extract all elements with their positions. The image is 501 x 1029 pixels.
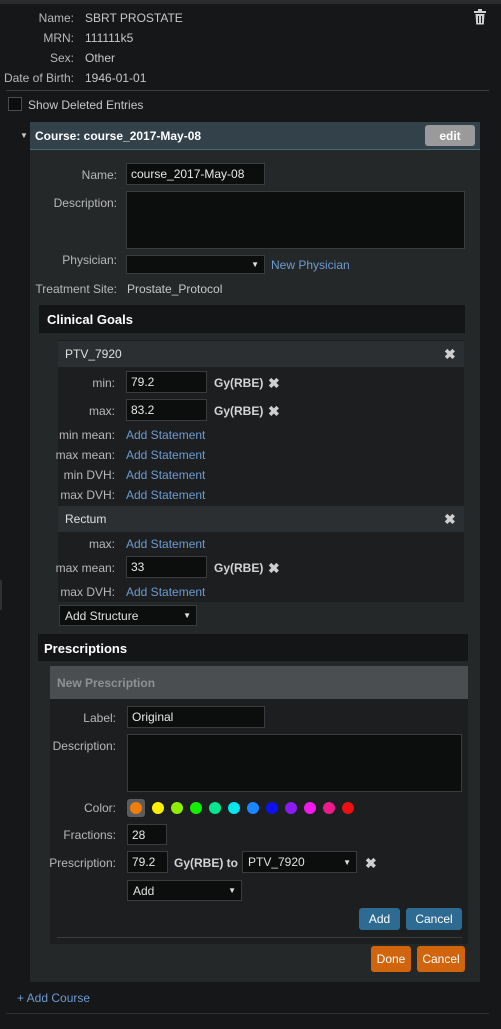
add-statement-link[interactable]: Add Statement [126, 468, 205, 482]
patient-mrn-value: 111111k5 [85, 31, 134, 45]
chevron-down-icon: ▼ [251, 260, 259, 269]
prescription-label-input[interactable] [127, 706, 265, 728]
color-swatch[interactable] [209, 802, 221, 814]
course-cancel-button[interactable]: Cancel [417, 946, 465, 972]
patient-sex-value: Other [85, 51, 116, 65]
add-button[interactable]: Add [359, 908, 400, 930]
goal-min-dvh-label: min DVH: [63, 468, 115, 482]
clinical-goals-title: Clinical Goals [47, 312, 133, 327]
goal-max-input[interactable] [126, 399, 207, 421]
remove-prescription-icon[interactable]: ✖ [365, 856, 377, 870]
course-description-label: Description: [53, 196, 117, 210]
add-statement-link[interactable]: Add Statement [126, 428, 205, 442]
divider [57, 937, 462, 938]
course-description-input[interactable] [126, 191, 465, 249]
color-label: Color: [83, 801, 116, 815]
left-edge-divider [0, 580, 2, 610]
color-swatch[interactable] [171, 802, 183, 814]
goal-min-label: min: [92, 376, 115, 390]
collapse-triangle-icon[interactable]: ▼ [20, 131, 28, 140]
prescription-cancel-button[interactable]: Cancel [406, 908, 462, 930]
goal-max-mean-unit: Gy(RBE) [214, 561, 264, 575]
chevron-down-icon: ▼ [228, 886, 236, 895]
color-swatch[interactable] [247, 802, 259, 814]
chevron-down-icon: ▼ [343, 857, 351, 867]
color-swatch[interactable] [323, 802, 335, 814]
patient-name-label: Name: [38, 11, 74, 25]
remove-goal-icon[interactable]: ✖ [268, 561, 280, 575]
fractions-label: Fractions: [63, 828, 116, 842]
prescriptions-title: Prescriptions [44, 641, 128, 656]
goal-min-input[interactable] [126, 371, 207, 393]
add-statement-link[interactable]: Add Statement [126, 448, 205, 462]
prescription-description-input[interactable] [127, 734, 462, 792]
remove-goal-icon[interactable]: ✖ [268, 404, 280, 418]
goal-max-mean-label: max mean: [55, 561, 115, 575]
divider [6, 1013, 489, 1014]
color-swatch[interactable] [304, 802, 316, 814]
add-structure-label: Add Structure [65, 608, 139, 623]
edit-button[interactable]: edit [425, 125, 475, 146]
physician-select[interactable]: ▼ [126, 255, 265, 274]
color-swatch[interactable] [285, 802, 297, 814]
goal-max-unit: Gy(RBE) [214, 404, 264, 418]
remove-structure-icon[interactable]: ✖ [444, 347, 456, 361]
add-statement-link[interactable]: Add Statement [126, 488, 205, 502]
color-swatch[interactable] [152, 802, 164, 814]
trash-icon[interactable] [473, 9, 487, 25]
add-statement-link[interactable]: Add Statement [126, 585, 205, 599]
show-deleted-checkbox[interactable] [8, 97, 22, 111]
add-statement-link[interactable]: Add Statement [126, 537, 205, 551]
color-swatch[interactable] [228, 802, 240, 814]
treatment-site-value: Prostate_Protocol [127, 282, 223, 296]
patient-name-value: SBRT PROSTATE [85, 11, 183, 25]
color-swatch[interactable] [342, 802, 354, 814]
color-swatch[interactable] [266, 802, 278, 814]
prescription-target-value: PTV_7920 [248, 855, 305, 869]
goal-max-label: max: [88, 537, 115, 551]
color-swatch[interactable] [190, 802, 202, 814]
course-name-input[interactable] [126, 163, 265, 185]
prescription-dose-label: Prescription: [49, 856, 116, 870]
goal-min-mean-label: min mean: [58, 428, 115, 442]
prescription-unit: Gy(RBE) to [174, 856, 238, 870]
course-name-label: Name: [81, 168, 117, 182]
show-deleted-label: Show Deleted Entries [28, 98, 144, 112]
top-strip [0, 0, 501, 4]
goal-max-label: max: [88, 404, 115, 418]
course-title: Course: course_2017-May-08 [35, 129, 202, 143]
treatment-site-label: Treatment Site: [35, 282, 117, 296]
goal-min-unit: Gy(RBE) [214, 376, 264, 390]
new-prescription-title: New Prescription [57, 676, 156, 690]
remove-goal-icon[interactable]: ✖ [268, 376, 280, 390]
add-course-link[interactable]: + Add Course [17, 991, 90, 1005]
color-swatch[interactable] [127, 799, 145, 817]
add-prescription-select[interactable]: Add ▼ [127, 880, 242, 901]
goal-max-mean-label: max mean: [55, 448, 115, 462]
structure-name: Rectum [65, 512, 107, 526]
structure-name: PTV_7920 [65, 347, 122, 361]
prescription-description-label: Description: [52, 739, 116, 753]
structure-header-rectum [58, 506, 464, 532]
fractions-input[interactable] [127, 824, 167, 845]
goal-max-dvh-label: max DVH: [60, 488, 115, 502]
physician-label: Physician: [62, 253, 117, 267]
divider [6, 90, 489, 91]
chevron-down-icon: ▼ [183, 611, 191, 620]
remove-structure-icon[interactable]: ✖ [444, 512, 456, 526]
prescription-label-label: Label: [83, 711, 116, 725]
goal-max-mean-input[interactable] [126, 556, 207, 578]
patient-dob-value: 1946-01-01 [85, 71, 147, 85]
add-select-label: Add [133, 883, 155, 898]
goal-max-dvh-label: max DVH: [60, 585, 115, 599]
prescription-dose-input[interactable] [127, 851, 168, 873]
done-button[interactable]: Done [371, 946, 411, 972]
patient-sex-label: Sex: [49, 51, 74, 65]
patient-dob-label: Date of Birth: [3, 71, 74, 85]
new-physician-link[interactable]: New Physician [271, 258, 350, 272]
add-structure-select[interactable]: Add Structure ▼ [59, 605, 197, 626]
patient-mrn-label: MRN: [43, 31, 74, 45]
color-picker [127, 798, 354, 818]
prescription-target-select[interactable]: PTV_7920 ▼ [242, 851, 357, 873]
